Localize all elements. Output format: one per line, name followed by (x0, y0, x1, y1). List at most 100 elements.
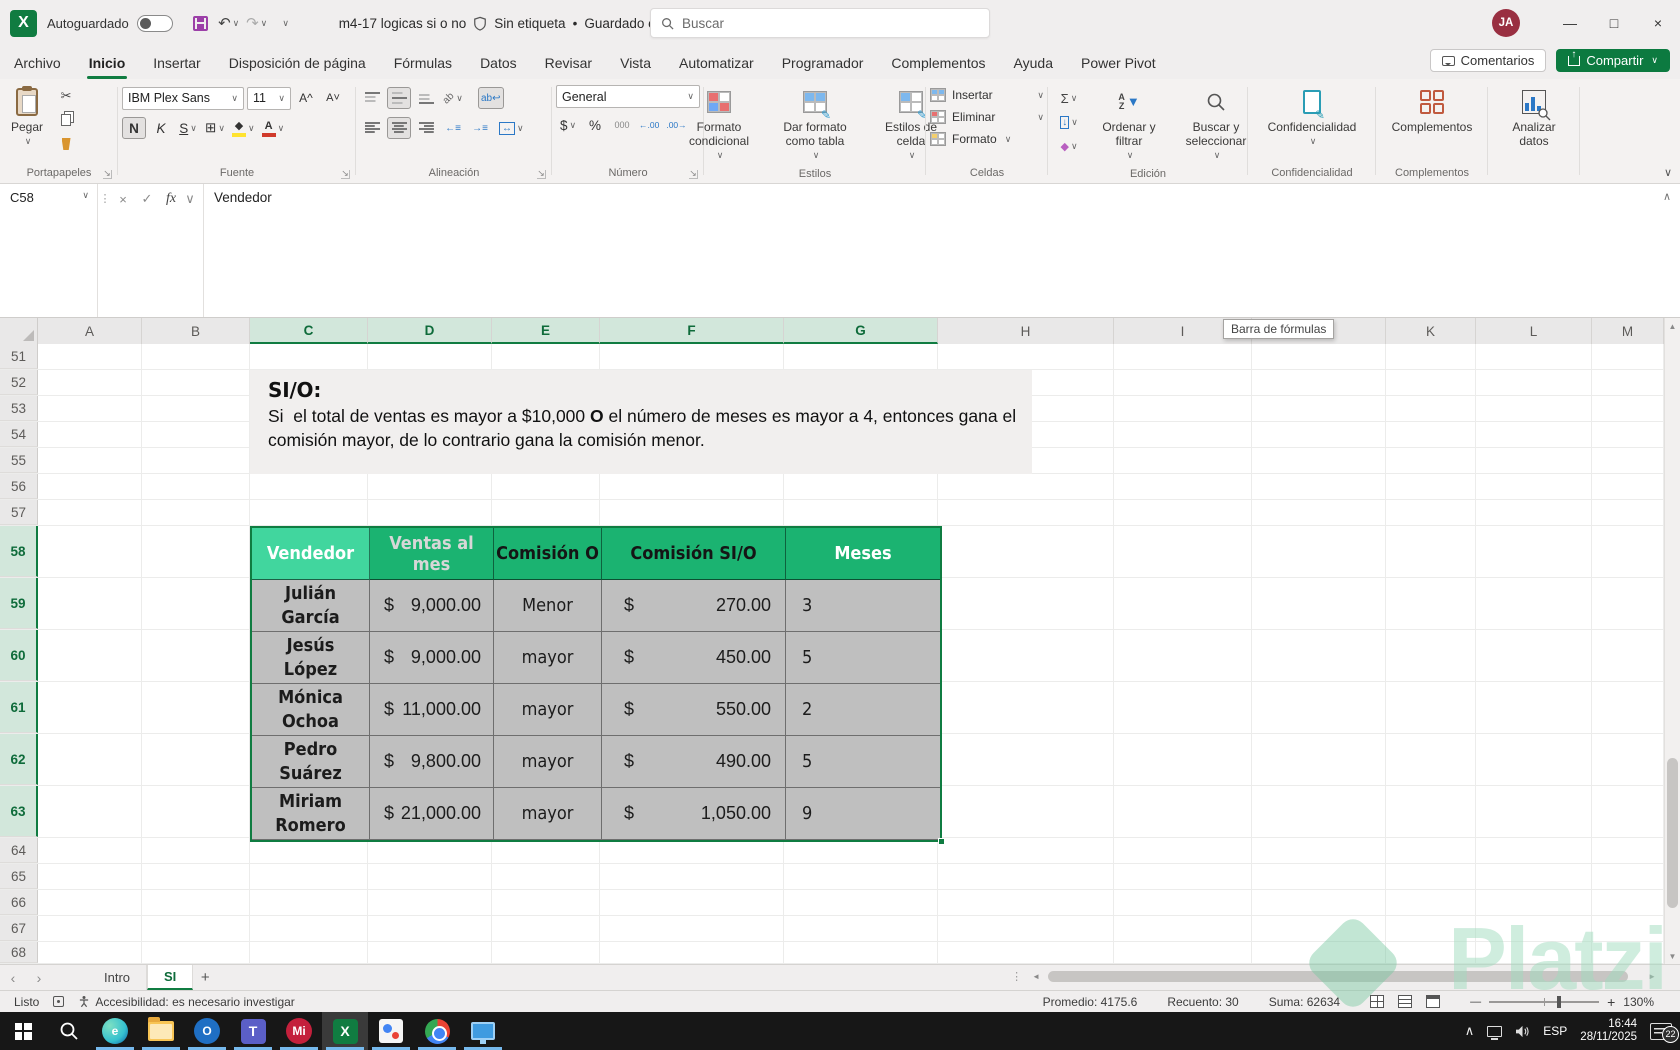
taskbar-remote-desktop-icon[interactable] (460, 1012, 506, 1050)
zoom-slider-thumb[interactable] (1557, 995, 1562, 1008)
wrap-text-button[interactable]: ab↩ (478, 87, 504, 109)
zoom-level[interactable]: 130% (1623, 995, 1654, 1009)
formula-content[interactable]: Vendedor (204, 184, 1654, 317)
column-header-H[interactable]: H (938, 318, 1114, 344)
undo-button[interactable]: ↶ ∨ (215, 9, 243, 37)
search-input[interactable]: Buscar (650, 8, 990, 38)
grid-body[interactable]: 51 52 53 54 55 56 57 58 59 60 61 62 63 64 65 66 67 68 SI/O… (0, 344, 1664, 964)
analyze-data-button[interactable]: Analizar datos (1499, 83, 1569, 151)
row-header-53[interactable]: 53 (0, 396, 38, 421)
decrease-indent-button[interactable]: ←≡ (441, 117, 465, 139)
align-top-button[interactable] (360, 87, 384, 109)
cell-ventas[interactable]: $21,000.00 (370, 788, 494, 840)
macro-record-button[interactable] (53, 996, 65, 1007)
taskbar-edge-icon[interactable]: e (92, 1012, 138, 1050)
cell-meses[interactable]: 9 (786, 788, 940, 840)
column-header-G[interactable]: G (784, 318, 938, 344)
addins-button[interactable]: Complementos (1385, 83, 1480, 137)
taskbar-start-icon[interactable] (0, 1012, 46, 1050)
table-row[interactable]: Julián García $9,000.00 Menor $270.00 3 (252, 580, 940, 632)
cell-ventas[interactable]: $11,000.00 (370, 684, 494, 736)
dialog-launcher-icon[interactable]: ↘ (537, 169, 546, 179)
paste-button[interactable]: Pegar ∨ (4, 83, 50, 151)
clock[interactable]: 16:44 28/11/2025 (1580, 1018, 1637, 1044)
menu-tab-programador[interactable]: Programador (768, 46, 878, 79)
taskbar-excel-icon[interactable]: X (322, 1012, 368, 1050)
underline-button[interactable]: S ∨ (176, 117, 200, 139)
cell-vendedor[interactable]: Pedro Suárez (252, 736, 370, 788)
cell-meses[interactable]: 3 (786, 580, 940, 632)
increase-indent-button[interactable]: →≡ (468, 117, 492, 139)
dialog-launcher-icon[interactable]: ↘ (103, 169, 112, 179)
table-row[interactable]: Jesús López $9,000.00 mayor $450.00 5 (252, 632, 940, 684)
cell-ventas[interactable]: $9,800.00 (370, 736, 494, 788)
row-header-61[interactable]: 61 (0, 682, 38, 733)
column-header-K[interactable]: K (1386, 318, 1476, 344)
row-header-63[interactable]: 63 (0, 786, 38, 837)
row-header-68[interactable]: 68 (0, 942, 38, 963)
insert-cells-button[interactable]: Insertar ∨ (930, 85, 1044, 105)
sort-filter-button[interactable]: A Z ▼ Ordenar y filtrar ∨ (1090, 83, 1168, 165)
cut-button[interactable]: ✂ (54, 85, 78, 107)
minimize-button[interactable]: — (1548, 0, 1592, 46)
fill-color-button[interactable]: ◆ ∨ (230, 117, 257, 139)
status-count[interactable]: Recuento: 30 (1167, 995, 1238, 1009)
row-header-51[interactable]: 51 (0, 344, 38, 369)
table-row[interactable]: Miriam Romero $21,000.00 mayor $1,050.00 9 (252, 788, 940, 840)
cell-meses[interactable]: 2 (786, 684, 940, 736)
cell-ventas[interactable]: $9,000.00 (370, 632, 494, 684)
borders-button[interactable]: ⊞ ∨ (203, 117, 227, 139)
hscroll-thumb[interactable] (1048, 971, 1629, 982)
chevron-down-icon[interactable]: ∨ (184, 189, 196, 209)
font-size-select[interactable]: 11 ∨ (247, 86, 291, 110)
cancel-entry-button[interactable]: × (112, 189, 134, 209)
taskbar-chrome-icon[interactable] (414, 1012, 460, 1050)
cell-ventas[interactable]: $9,000.00 (370, 580, 494, 632)
redo-button[interactable]: ↷ ∨ (243, 9, 271, 37)
row-header-59[interactable]: 59 (0, 578, 38, 629)
align-center-button[interactable] (387, 117, 411, 139)
normal-view-icon[interactable] (1370, 995, 1385, 1008)
row-header-56[interactable]: 56 (0, 474, 38, 499)
row-header-66[interactable]: 66 (0, 890, 38, 915)
menu-tab-inicio[interactable]: Inicio (75, 46, 140, 79)
column-header-A[interactable]: A (38, 318, 142, 344)
select-all-corner[interactable] (0, 318, 38, 344)
autosum-button[interactable]: Σ ∨ (1052, 87, 1086, 109)
format-as-table-button[interactable]: ✎ Dar formato como tabla ∨ (769, 83, 861, 165)
orientation-button[interactable]: ab ∨ (441, 87, 465, 109)
grow-font-button[interactable]: A^ (294, 87, 318, 109)
scroll-down-icon[interactable]: ▼ (1669, 948, 1677, 964)
currency-format-button[interactable]: $ ∨ (556, 114, 580, 136)
align-middle-button[interactable] (387, 87, 411, 109)
menu-tab-fórmulas[interactable]: Fórmulas (380, 46, 466, 79)
taskbar-search-icon[interactable] (46, 1012, 92, 1050)
comments-button[interactable]: Comentarios (1429, 49, 1547, 72)
menu-tab-revisar[interactable]: Revisar (531, 46, 606, 79)
name-box[interactable]: C58 ∨ (0, 184, 98, 317)
vertical-scrollbar[interactable]: ▲ ▼ (1664, 318, 1680, 964)
filename[interactable]: m4-17 logicas si o no (339, 16, 467, 31)
cell-vendedor[interactable]: Jesús López (252, 632, 370, 684)
menu-tab-insertar[interactable]: Insertar (139, 46, 214, 79)
cell-vendedor[interactable]: Mónica Ochoa (252, 684, 370, 736)
tab-splitter-icon[interactable]: ⋮ (1011, 970, 1022, 983)
clear-button[interactable]: ◆ ∨ (1052, 135, 1086, 157)
column-header-E[interactable]: E (492, 318, 600, 344)
cell-comision-o[interactable]: mayor (494, 788, 602, 840)
status-sum[interactable]: Suma: 62634 (1269, 995, 1340, 1009)
notification-icon[interactable]: 22 (1650, 1022, 1679, 1043)
row-header-52[interactable]: 52 (0, 370, 38, 395)
cell-comision-si[interactable]: $450.00 (602, 632, 786, 684)
cell-comision-si[interactable]: $1,050.00 (602, 788, 786, 840)
table-header-cell[interactable]: Comisión SI/O (602, 528, 786, 580)
language-indicator[interactable]: ESP (1543, 1024, 1567, 1038)
format-cells-button[interactable]: Formato ∨ (930, 129, 1044, 149)
status-mode[interactable]: Listo (14, 995, 39, 1009)
table-header-cell[interactable]: Meses (786, 528, 940, 580)
cell-vendedor[interactable]: Julián García (252, 580, 370, 632)
accessibility-status[interactable]: Accesibilidad: es necesario investigar (78, 995, 295, 1009)
bold-button[interactable]: N (122, 117, 146, 139)
row-header-67[interactable]: 67 (0, 916, 38, 941)
font-name-select[interactable]: IBM Plex Sans ∨ (122, 86, 244, 110)
